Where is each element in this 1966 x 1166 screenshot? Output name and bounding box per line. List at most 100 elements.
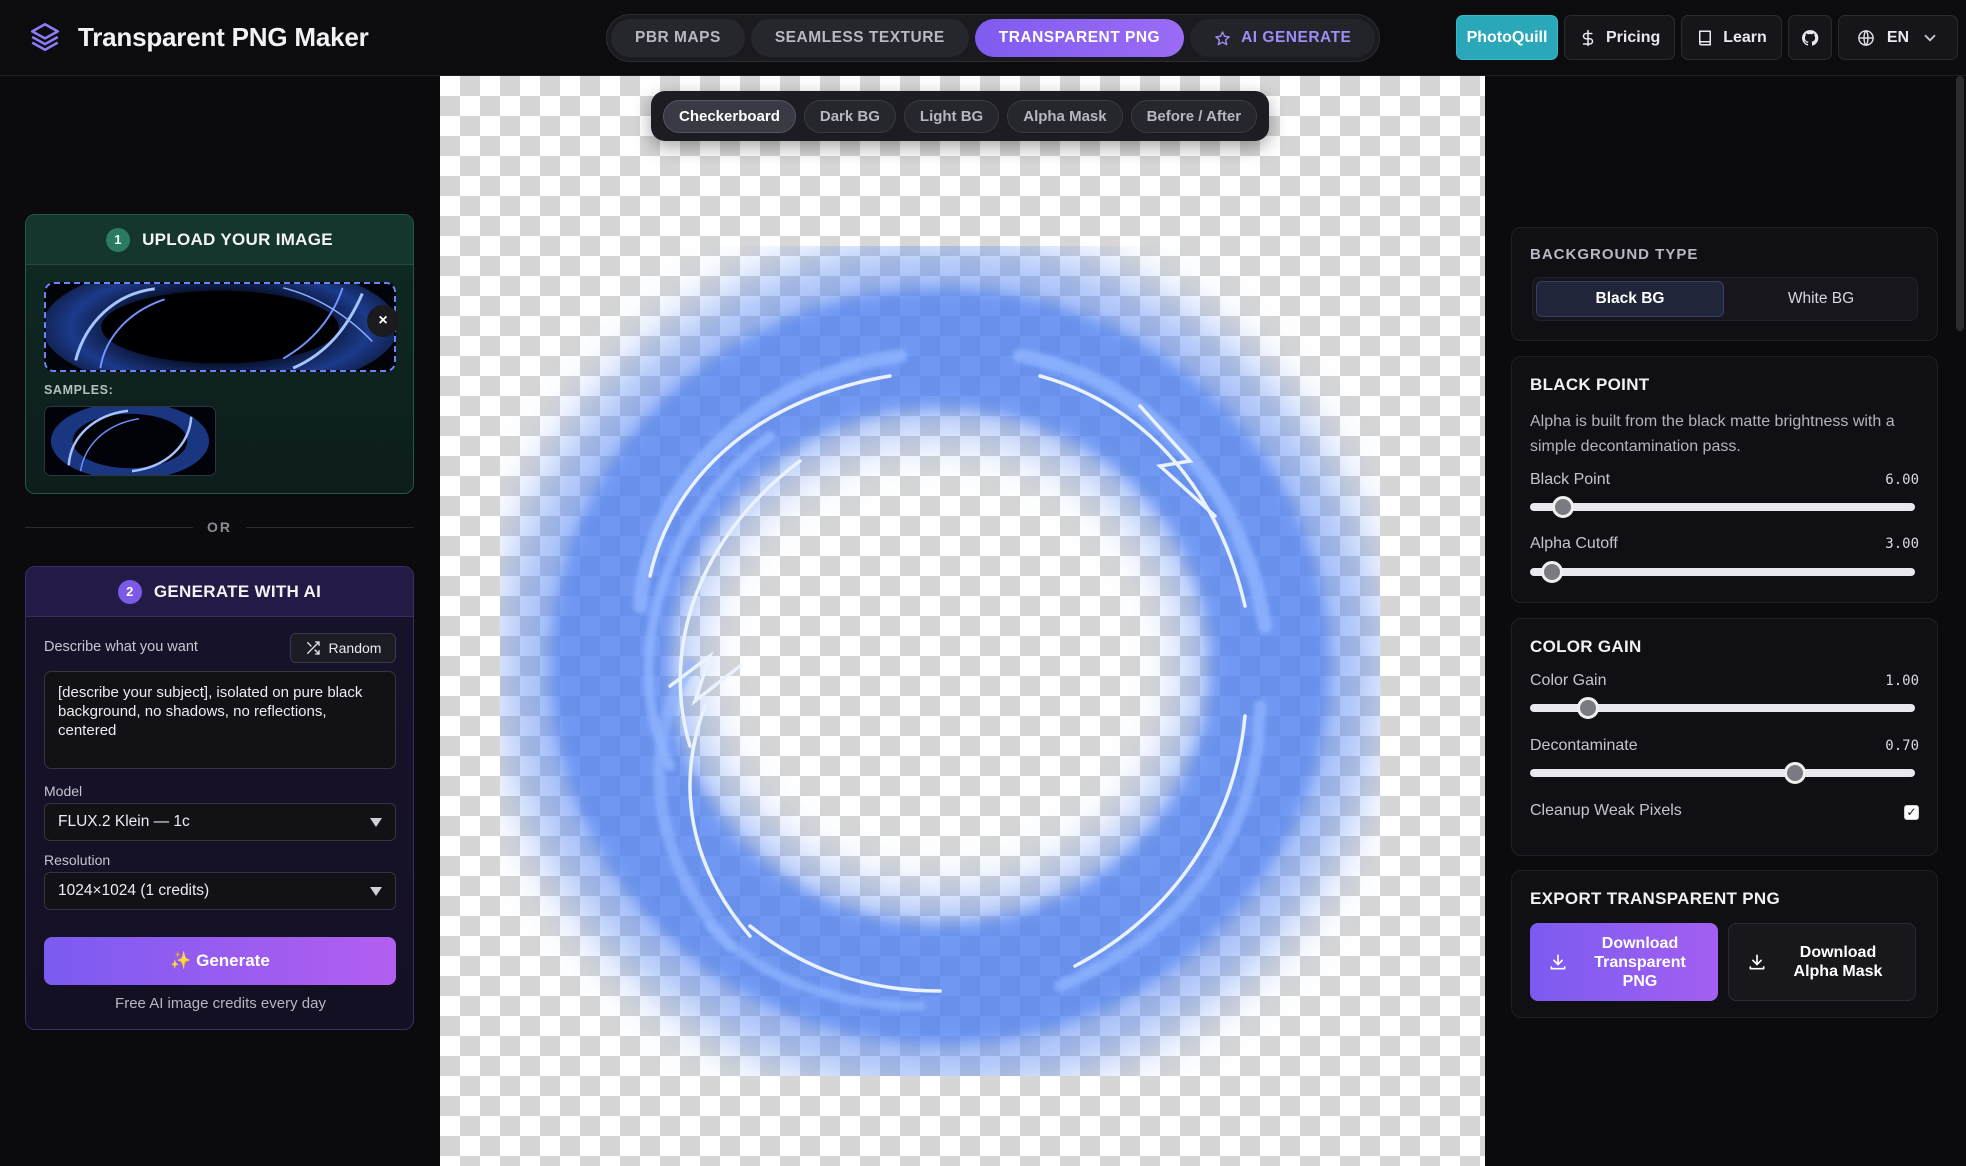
background-type-toggle: Black BG White BG	[1532, 277, 1918, 321]
github-button[interactable]	[1787, 15, 1832, 60]
slider-value: 6.00	[1885, 472, 1919, 488]
language-label: EN	[1886, 28, 1910, 46]
slider-thumb[interactable]	[1784, 762, 1806, 784]
view-tab-label: Dark BG	[819, 107, 880, 125]
header-actions: PhotoQuill Pricing Learn EN	[1456, 15, 1959, 60]
view-tab-alpha-mask[interactable]: Alpha Mask	[1007, 99, 1123, 133]
view-tab-dark-bg[interactable]: Dark BG	[803, 99, 896, 133]
resolution-select[interactable]: 1024×1024 (1 credits)	[44, 872, 396, 910]
slider-label: Decontaminate	[1530, 737, 1638, 754]
chevron-down-icon	[1924, 34, 1936, 42]
tab-label: AI GENERATE	[1241, 29, 1352, 46]
book-icon	[1699, 30, 1712, 45]
slider-label: Color Gain	[1530, 672, 1607, 689]
color-gain-title: COLOR GAIN	[1530, 637, 1642, 656]
slider-value: 3.00	[1885, 536, 1919, 552]
download-transparent-png-button[interactable]: Download Transparent PNG	[1530, 923, 1718, 1001]
learn-button[interactable]: Learn	[1681, 15, 1782, 60]
app-header: Transparent PNG Maker PBR MAPS SEAMLESS …	[0, 0, 1966, 76]
download-mask-label: Download Alpha Mask	[1793, 944, 1883, 980]
caret-down-icon	[370, 886, 382, 896]
view-tab-label: Alpha Mask	[1023, 107, 1107, 125]
caret-down-icon	[370, 817, 382, 827]
slider-thumb[interactable]	[1541, 561, 1563, 583]
view-tab-light-bg[interactable]: Light BG	[903, 99, 1000, 133]
upload-title: UPLOAD YOUR IMAGE	[142, 229, 333, 249]
slider-thumb[interactable]	[1552, 496, 1574, 518]
photoquill-label: PhotoQuill	[1466, 28, 1548, 46]
close-icon: ×	[378, 312, 388, 329]
generate-button-label: ✨ Generate	[170, 951, 270, 970]
slider-label: Black Point	[1530, 471, 1611, 488]
tab-label: TRANSPARENT PNG	[998, 29, 1161, 46]
tab-label: SEAMLESS TEXTURE	[774, 29, 945, 46]
upload-card-header: 1 UPLOAD YOUR IMAGE	[26, 215, 413, 265]
tab-seamless-texture[interactable]: SEAMLESS TEXTURE	[750, 19, 969, 57]
model-value: FLUX.2 Klein — 1c	[58, 813, 190, 830]
slider-value: 1.00	[1885, 673, 1919, 689]
pricing-button[interactable]: Pricing	[1564, 15, 1676, 60]
model-label: Model	[44, 783, 83, 799]
decontaminate-slider[interactable]	[1530, 762, 1915, 784]
remove-image-button[interactable]: ×	[367, 305, 399, 337]
uploaded-image-preview[interactable]	[44, 282, 396, 372]
mode-tabs: PBR MAPS SEAMLESS TEXTURE TRANSPARENT PN…	[606, 14, 1381, 62]
download-icon	[1550, 954, 1566, 970]
brand[interactable]: Transparent PNG Maker	[28, 20, 369, 54]
sample-thumbnail[interactable]	[44, 406, 216, 476]
black-bg-option[interactable]: Black BG	[1536, 281, 1724, 317]
random-label: Random	[328, 640, 382, 656]
background-type-title: BACKGROUND TYPE	[1530, 246, 1699, 263]
alpha-cutoff-slider[interactable]	[1530, 561, 1915, 583]
prompt-textarea[interactable]: [describe your subject], isolated on pur…	[44, 671, 396, 769]
pricing-label: Pricing	[1606, 28, 1661, 46]
generate-card: 2 GENERATE WITH AI Describe what you wan…	[25, 566, 414, 1030]
download-icon	[1749, 954, 1765, 970]
page-scrollbar[interactable]	[1956, 76, 1964, 331]
model-select[interactable]: FLUX.2 Klein — 1c	[44, 803, 396, 841]
download-png-label: Download Transparent PNG	[1594, 934, 1686, 990]
cleanup-weak-pixels-checkbox[interactable]: ✓	[1904, 805, 1919, 820]
color-gain-card: COLOR GAIN Color Gain 1.00 Decontaminate…	[1511, 618, 1938, 856]
step-number: 2	[117, 579, 142, 604]
cleanup-weak-pixels-label: Cleanup Weak Pixels	[1530, 802, 1682, 819]
color-gain-slider[interactable]	[1530, 697, 1915, 719]
generate-card-header: 2 GENERATE WITH AI	[26, 567, 413, 617]
black-point-title: BLACK POINT	[1530, 375, 1650, 394]
random-prompt-button[interactable]: Random	[290, 633, 396, 663]
white-bg-option[interactable]: White BG	[1728, 281, 1914, 317]
divider-line	[246, 526, 414, 528]
view-tab-label: Before / After	[1146, 107, 1242, 125]
tab-ai-generate[interactable]: AI GENERATE	[1190, 19, 1376, 57]
generate-title: GENERATE WITH AI	[153, 581, 322, 601]
or-label: OR	[207, 519, 232, 535]
black-point-description: Alpha is built from the black matte brig…	[1530, 413, 1895, 455]
generate-button[interactable]: ✨ Generate	[44, 937, 396, 985]
layers-logo-icon	[30, 22, 60, 52]
step-number: 1	[106, 227, 131, 252]
black-point-slider[interactable]	[1530, 496, 1915, 518]
resolution-label: Resolution	[44, 852, 111, 868]
preview-canvas[interactable]	[440, 76, 1485, 1166]
divider-line	[25, 526, 193, 528]
background-type-card: BACKGROUND TYPE Black BG White BG	[1511, 227, 1938, 341]
slider-thumb[interactable]	[1577, 697, 1599, 719]
photoquill-button[interactable]: PhotoQuill	[1456, 15, 1558, 60]
slider-label: Alpha Cutoff	[1530, 535, 1618, 552]
shuffle-icon	[306, 641, 320, 655]
github-icon	[1801, 29, 1819, 46]
language-select[interactable]: EN	[1837, 15, 1959, 60]
credits-note: Free AI image credits every day	[115, 995, 326, 1012]
app-title: Transparent PNG Maker	[78, 21, 369, 52]
download-alpha-mask-button[interactable]: Download Alpha Mask	[1728, 923, 1916, 1001]
upload-card: 1 UPLOAD YOUR IMAGE × SAMPLES:	[25, 214, 414, 494]
resolution-value: 1024×1024 (1 credits)	[58, 882, 210, 899]
view-mode-tabs: Checkerboard Dark BG Light BG Alpha Mask…	[651, 91, 1270, 141]
view-tab-before-after[interactable]: Before / After	[1130, 99, 1258, 133]
globe-icon	[1858, 29, 1874, 46]
tab-transparent-png[interactable]: TRANSPARENT PNG	[974, 19, 1185, 57]
view-tab-checkerboard[interactable]: Checkerboard	[663, 99, 796, 133]
star-icon	[1215, 30, 1230, 45]
sample-image	[45, 407, 215, 475]
tab-pbr-maps[interactable]: PBR MAPS	[611, 19, 745, 57]
